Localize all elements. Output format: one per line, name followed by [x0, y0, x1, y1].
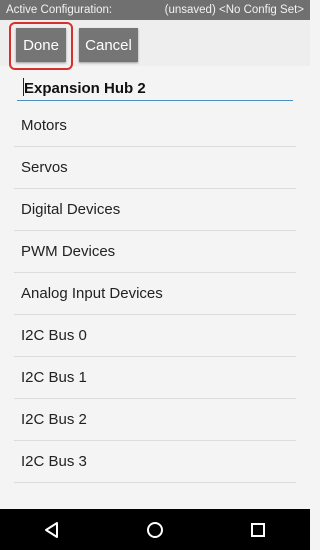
- menu-item-pwm-devices[interactable]: PWM Devices: [14, 231, 296, 273]
- menu-item-i2c-bus-2[interactable]: I2C Bus 2: [14, 399, 296, 441]
- device-category-list: Motors Servos Digital Devices PWM Device…: [14, 105, 296, 483]
- home-icon[interactable]: [125, 509, 185, 550]
- back-icon[interactable]: [22, 509, 82, 550]
- toolbar: Done Cancel: [0, 20, 310, 66]
- recents-icon[interactable]: [228, 509, 288, 550]
- menu-item-i2c-bus-1[interactable]: I2C Bus 1: [14, 357, 296, 399]
- done-button[interactable]: Done: [16, 28, 66, 62]
- menu-item-digital-devices[interactable]: Digital Devices: [14, 189, 296, 231]
- menu-item-i2c-bus-3[interactable]: I2C Bus 3: [14, 441, 296, 483]
- navigation-bar: [0, 509, 310, 550]
- menu-item-i2c-bus-0[interactable]: I2C Bus 0: [14, 315, 296, 357]
- menu-item-motors[interactable]: Motors: [14, 105, 296, 147]
- device-name-field[interactable]: [17, 76, 293, 101]
- text-cursor: [23, 78, 24, 96]
- active-configuration-value: (unsaved) <No Config Set>: [164, 4, 304, 16]
- status-bar: Active Configuration: (unsaved) <No Conf…: [0, 0, 310, 20]
- menu-item-analog-input-devices[interactable]: Analog Input Devices: [14, 273, 296, 315]
- active-configuration-label: Active Configuration:: [6, 4, 113, 16]
- menu-item-servos[interactable]: Servos: [14, 147, 296, 189]
- cancel-button[interactable]: Cancel: [79, 28, 138, 62]
